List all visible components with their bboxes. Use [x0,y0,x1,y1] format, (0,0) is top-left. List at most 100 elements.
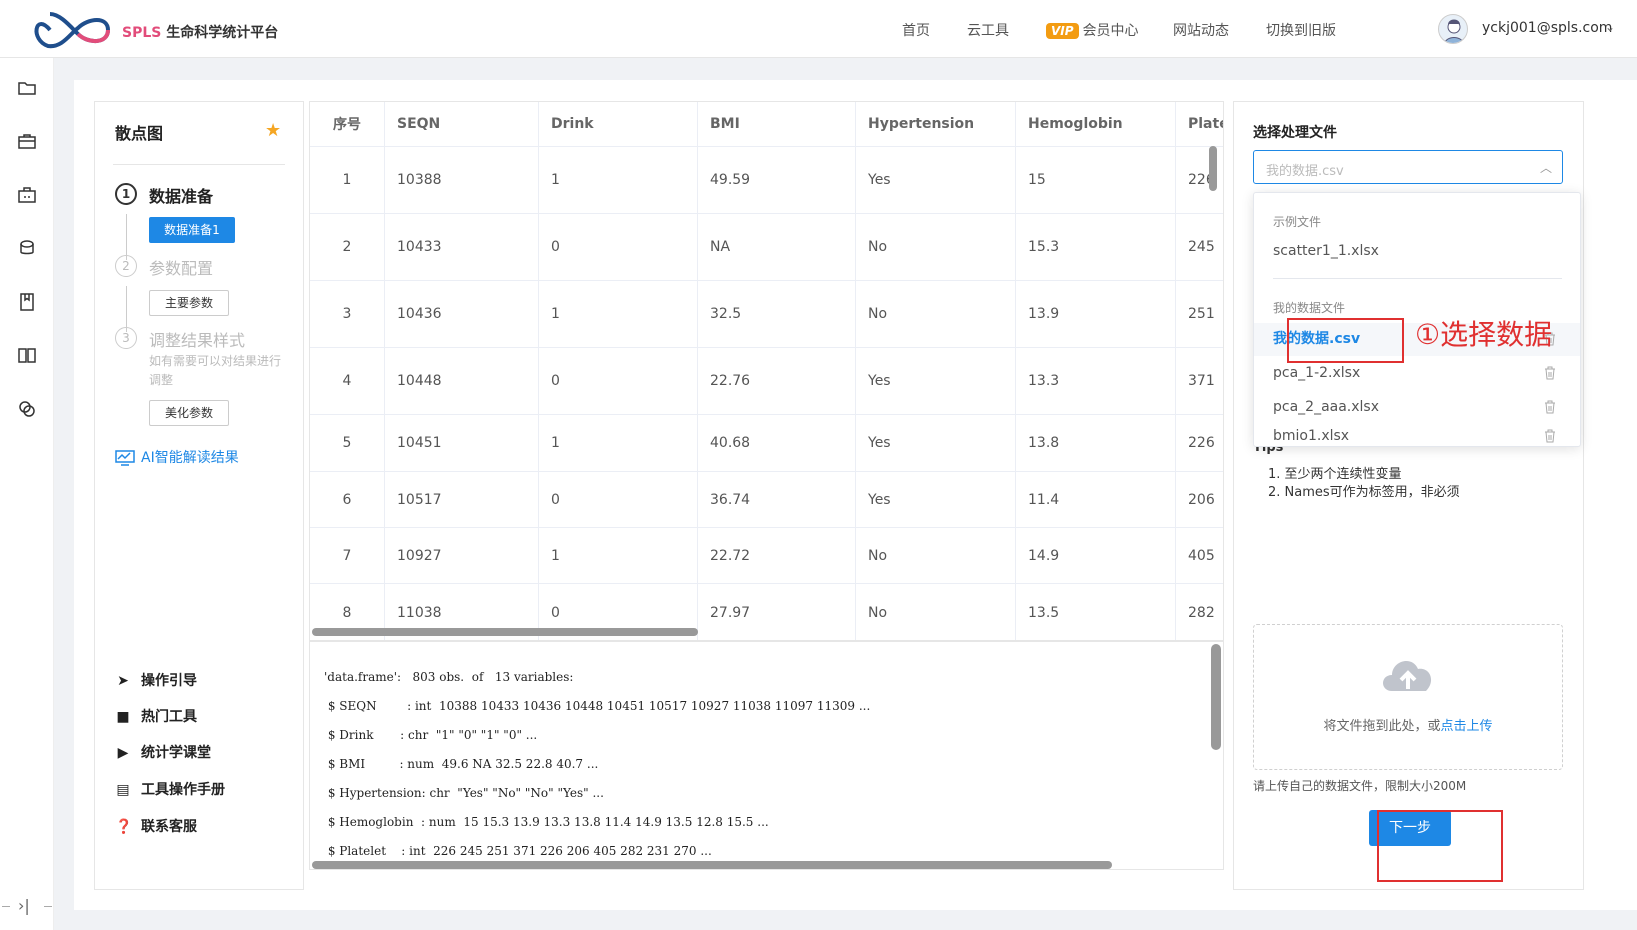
file-name: pca_1-2.xlsx [1273,365,1361,381]
ai-interpret-label: AI智能解读结果 [141,450,239,466]
spls-logo[interactable] [30,10,112,50]
step-3-title[interactable]: 调整结果样式 [149,327,245,351]
main-params-button[interactable]: 主要参数 [149,290,229,316]
hot-tools-link[interactable]: ■ 热门工具 [115,706,197,726]
stats-class-link[interactable]: ▶ 统计学课堂 [115,742,211,762]
tool-manual-label: 工具操作手册 [141,782,225,798]
dropdown-divider [1273,278,1562,279]
table-cell: 22.76 [698,348,856,414]
trash-icon[interactable] [1544,366,1556,380]
file-name: pca_2_aaa.xlsx [1273,399,1380,415]
chevron-down-icon[interactable]: ⌄ [1605,20,1615,34]
title-divider [113,164,285,165]
column-header[interactable]: Hypertension [856,102,1016,146]
table-cell: 5 [310,415,385,471]
column-header[interactable]: SEQN [385,102,539,146]
table-cell: No [856,584,1016,640]
question-circle-icon: ❓ [115,819,133,835]
step-2-title[interactable]: 参数配置 [149,255,213,279]
select-file-title: 选择处理文件 [1253,125,1337,141]
chevron-up-icon[interactable]: ︿ [1540,159,1552,176]
data-prep-1-button[interactable]: 数据准备1 [149,217,235,243]
console-line: $ Hemoglobin : num 15 15.3 13.9 13.3 13.… [324,815,769,829]
customer-service-link[interactable]: ❓ 联系客服 [115,816,197,836]
column-header[interactable]: Platelet [1176,102,1223,146]
table-horizontal-scrollbar[interactable] [312,628,698,636]
vip-badge: VIP [1046,23,1079,39]
toolbox-icon: ■ [116,709,130,725]
table-cell: 1 [539,281,698,347]
coins-icon[interactable] [17,238,37,258]
briefcase-icon[interactable] [17,131,37,151]
chat-icon[interactable] [17,399,37,419]
table-cell: 15 [1016,147,1176,213]
nav-switch-old[interactable]: 切换到旧版 [1266,20,1336,40]
nav-member-center[interactable]: VIP 会员中心 [1046,20,1139,40]
column-header[interactable]: Hemoglobin [1016,102,1176,146]
column-header[interactable]: BMI [698,102,856,146]
column-header[interactable]: Drink [539,102,698,146]
nav-site-news[interactable]: 网站动态 [1173,20,1229,40]
table-row: 5 10451 1 40.68 Yes 13.8 226 [310,415,1223,472]
folder-icon[interactable] [17,78,37,98]
table-vertical-scrollbar[interactable] [1209,146,1217,191]
book-icon[interactable] [17,292,37,312]
console-line: $ Drink : chr "1" "0" "1" "0" ... [324,728,538,742]
click-upload-link[interactable]: 点击上传 [1441,719,1493,734]
table-cell: No [856,214,1016,280]
file-select[interactable]: 我的数据.csv ︿ [1253,150,1563,184]
column-header[interactable]: 序号 [310,102,385,146]
console-vertical-scrollbar[interactable] [1211,644,1221,750]
select-data-annotation: ①选择数据 [1415,318,1553,351]
table-cell: 206 [1176,472,1223,527]
table-cell: 3 [310,281,385,347]
upload-dropzone[interactable]: 将文件拖到此处，或点击上传 [1253,624,1563,770]
console-line: $ BMI : num 49.6 NA 32.5 22.8 40.7 ... [324,757,599,771]
ai-interpret-link[interactable]: AI智能解读结果 [115,447,239,467]
platform-name: 生命科学统计平台 [166,25,279,41]
table-cell: 1 [310,147,385,213]
star-favorite-icon[interactable]: ★ [265,120,281,141]
user-email[interactable]: yckj001@spls.com [1482,20,1612,36]
upload-instructions: 将文件拖到此处，或点击上传 [1254,715,1562,734]
table-cell: Yes [856,147,1016,213]
paper-plane-icon: ➤ [117,673,129,689]
console-horizontal-scrollbar[interactable] [312,861,1112,869]
step-2-number: 2 [115,255,137,277]
table-cell: No [856,281,1016,347]
collapse-sidebar-icon[interactable]: ›| [18,896,30,915]
steps-panel: 散点图 ★ 1 数据准备 数据准备1 2 参数配置 主要参数 3 调整结果样式 … [94,101,304,890]
toolbox-icon[interactable] [17,185,37,205]
table-cell: 2 [310,214,385,280]
step-connector [126,286,127,332]
data-table[interactable]: 序号 SEQN Drink BMI Hypertension Hemoglobin Plat… [309,101,1224,641]
nav-home[interactable]: 首页 [902,20,930,40]
step-connector [126,214,127,260]
table-cell: Yes [856,472,1016,527]
table-cell: 10927 [385,528,539,583]
table-cell: 1 [539,147,698,213]
table-cell: 7 [310,528,385,583]
tool-manual-link[interactable]: ▤ 工具操作手册 [115,779,225,799]
table-row: 6 10517 0 36.74 Yes 11.4 206 [310,472,1223,528]
table-cell: 1 [539,528,698,583]
cloud-upload-icon [1383,661,1432,691]
table-cell: 13.5 [1016,584,1176,640]
table-cell: No [856,528,1016,583]
trash-icon[interactable] [1544,429,1556,443]
dropdown-item-my-file[interactable]: pca_2_aaa.xlsx [1254,391,1580,424]
open-book-icon[interactable] [17,345,37,365]
console-line: $ SEQN : int 10388 10433 10436 10448 104… [324,699,871,713]
guide-link[interactable]: ➤ 操作引导 [115,670,197,690]
table-row: 4 10448 0 22.76 Yes 13.3 371 [310,348,1223,415]
dropdown-item-example-file[interactable]: scatter1_1.xlsx [1254,235,1580,268]
step-1-title[interactable]: 数据准备 [149,183,213,207]
table-cell: 10433 [385,214,539,280]
table-cell: 14.9 [1016,528,1176,583]
console-line: $ Platelet : int 226 245 251 371 226 206… [324,844,712,858]
dropdown-item-my-file[interactable]: bmio1.xlsx [1254,425,1580,447]
user-avatar[interactable] [1438,14,1468,44]
beautify-params-button[interactable]: 美化参数 [149,400,229,426]
nav-cloud-tools[interactable]: 云工具 [967,20,1009,40]
trash-icon[interactable] [1544,400,1556,414]
